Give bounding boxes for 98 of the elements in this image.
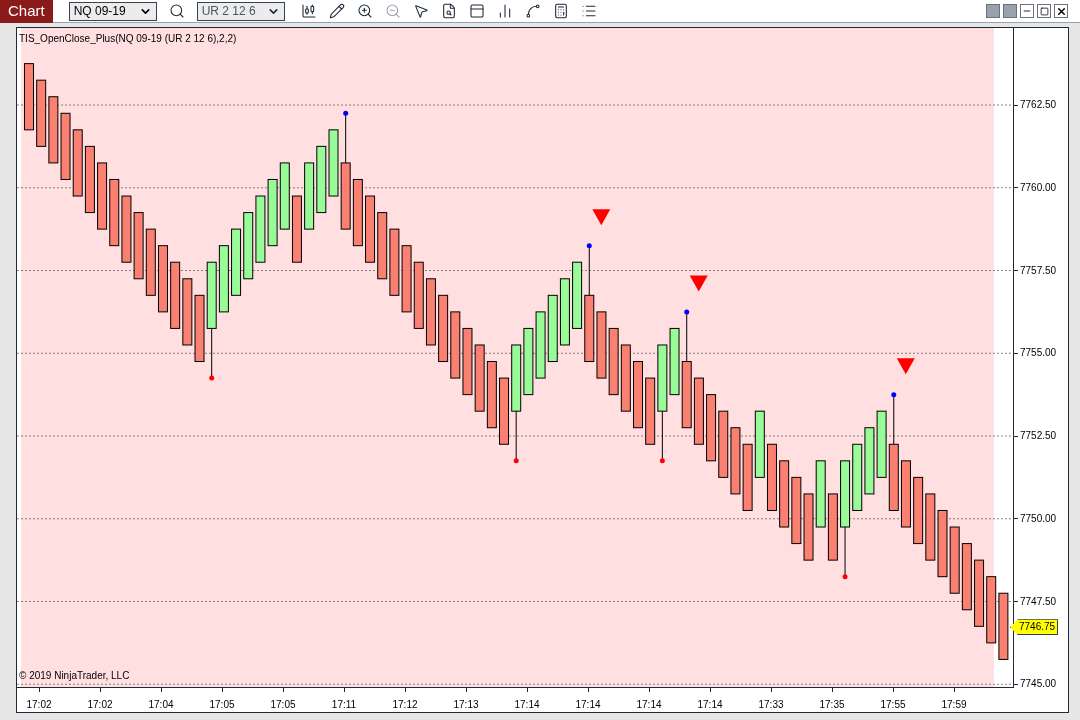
candle <box>499 377 509 445</box>
candle <box>72 129 83 197</box>
close-icon <box>1055 5 1067 17</box>
candle <box>608 327 619 396</box>
candle <box>401 245 412 313</box>
candle <box>243 212 254 280</box>
candle <box>913 476 924 545</box>
candle <box>170 261 181 329</box>
time-label: 17:05 <box>209 698 235 712</box>
candle <box>145 228 156 296</box>
down-triangle-icon <box>896 358 915 375</box>
candle <box>389 228 400 296</box>
candle <box>97 162 108 230</box>
candle <box>182 278 193 346</box>
candle <box>133 212 144 280</box>
candle <box>279 162 290 230</box>
candle <box>121 195 132 263</box>
minimize-button[interactable] <box>1020 4 1034 18</box>
candle <box>864 427 875 495</box>
instrument-dropdown[interactable]: NQ 09-19 <box>68 1 157 21</box>
price-label: 7745.00 <box>1020 677 1057 692</box>
time-label: 17:33 <box>758 698 784 712</box>
candle <box>450 311 461 379</box>
time-label: 17:35 <box>819 698 845 712</box>
candle <box>255 195 266 263</box>
candle <box>24 63 34 131</box>
price-label: 7750.00 <box>1020 511 1057 526</box>
chart-tab[interactable]: Chart <box>0 0 53 23</box>
candle <box>547 294 558 363</box>
candle <box>949 526 960 594</box>
candle <box>937 510 948 578</box>
candle <box>425 278 436 346</box>
candle <box>84 145 95 214</box>
candle <box>438 294 449 363</box>
candle <box>559 278 570 346</box>
candle <box>998 592 1009 660</box>
candle <box>767 443 777 511</box>
down-triangle-icon <box>689 275 708 292</box>
candle <box>535 311 546 379</box>
time-label: 17:02 <box>26 698 52 712</box>
time-label: 17:14 <box>575 698 601 712</box>
indicator-label: TIS_OpenClose_Plus(NQ 09-19 (UR 2 12 6),2,2) <box>19 32 237 46</box>
price-label: 7747.50 <box>1020 594 1057 609</box>
candle <box>377 212 388 280</box>
candle <box>633 361 643 429</box>
time-label: 17:13 <box>453 698 479 712</box>
candle <box>486 361 497 429</box>
candle <box>961 543 972 611</box>
time-label: 17:12 <box>392 698 418 712</box>
candle <box>730 427 741 495</box>
candle <box>827 493 838 561</box>
candle <box>48 96 59 164</box>
candle <box>316 145 327 214</box>
candle <box>779 460 790 528</box>
time-label: 17:04 <box>148 698 174 712</box>
candle <box>791 476 802 545</box>
time-label: 17:05 <box>270 698 296 712</box>
price-label: 7762.50 <box>1020 98 1057 112</box>
candle <box>231 228 242 296</box>
candle <box>986 576 997 644</box>
candle <box>742 443 753 511</box>
candle <box>60 112 71 180</box>
candle <box>109 179 120 247</box>
candle <box>815 460 826 528</box>
current-price-tag: 7746.75 <box>1010 619 1059 636</box>
candle <box>158 245 168 313</box>
candle <box>365 195 376 263</box>
candle <box>413 261 424 329</box>
candle <box>974 559 985 627</box>
candle <box>474 344 485 412</box>
candle <box>267 179 278 247</box>
candle <box>754 410 765 478</box>
copyright-text: © 2019 NinjaTrader, LLC <box>19 669 130 683</box>
time-label: 17:14 <box>514 698 540 712</box>
candle <box>925 493 936 561</box>
price-label: 7752.50 <box>1020 429 1057 443</box>
time-label: 17:59 <box>941 698 967 712</box>
candle <box>620 344 631 412</box>
price-label: 7760.00 <box>1020 180 1057 195</box>
time-label: 17:14 <box>697 698 723 712</box>
down-triangle-icon <box>592 209 611 226</box>
candle <box>291 195 302 263</box>
time-label: 17:55 <box>880 698 906 712</box>
bar-type-dropdown[interactable]: UR 2 12 6 <box>196 1 285 21</box>
maximize-button[interactable] <box>1037 4 1051 18</box>
candle <box>462 327 473 396</box>
maximize-icon <box>1039 6 1049 16</box>
candle <box>718 410 729 478</box>
price-label: 7757.50 <box>1020 263 1057 278</box>
candle <box>36 79 47 147</box>
time-label: 17:02 <box>87 698 113 712</box>
time-label: 17:11 <box>331 698 357 712</box>
close-button[interactable] <box>1054 4 1068 18</box>
candle <box>706 394 717 462</box>
time-label: 17:14 <box>636 698 662 712</box>
price-label: 7755.00 <box>1020 346 1057 361</box>
candle <box>304 162 315 230</box>
candle <box>803 493 814 561</box>
